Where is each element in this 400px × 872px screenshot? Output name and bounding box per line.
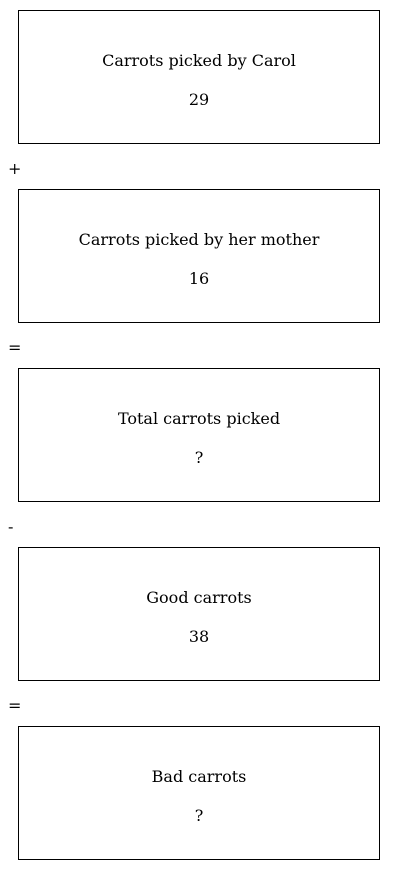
box-label: Carrots picked by Carol (102, 51, 296, 70)
box-good-carrots: Good carrots 38 (18, 547, 380, 681)
minus-operator: - (8, 517, 14, 536)
box-value: 38 (188, 627, 210, 646)
box-bad-carrots: Bad carrots ? (18, 726, 380, 860)
plus-operator: + (8, 159, 22, 178)
box-value: ? (194, 448, 204, 467)
box-carrots-mother: Carrots picked by her mother 16 (18, 189, 380, 323)
equals-operator: = (8, 338, 22, 357)
equals-operator: = (8, 696, 22, 715)
box-total-carrots: Total carrots picked ? (18, 368, 380, 502)
box-label: Carrots picked by her mother (78, 230, 320, 249)
box-value: ? (194, 806, 204, 825)
box-label: Good carrots (146, 588, 252, 607)
box-label: Bad carrots (151, 767, 247, 786)
box-value: 29 (188, 90, 210, 109)
box-label: Total carrots picked (117, 409, 281, 428)
box-carrots-carol: Carrots picked by Carol 29 (18, 10, 380, 144)
box-value: 16 (188, 269, 210, 288)
